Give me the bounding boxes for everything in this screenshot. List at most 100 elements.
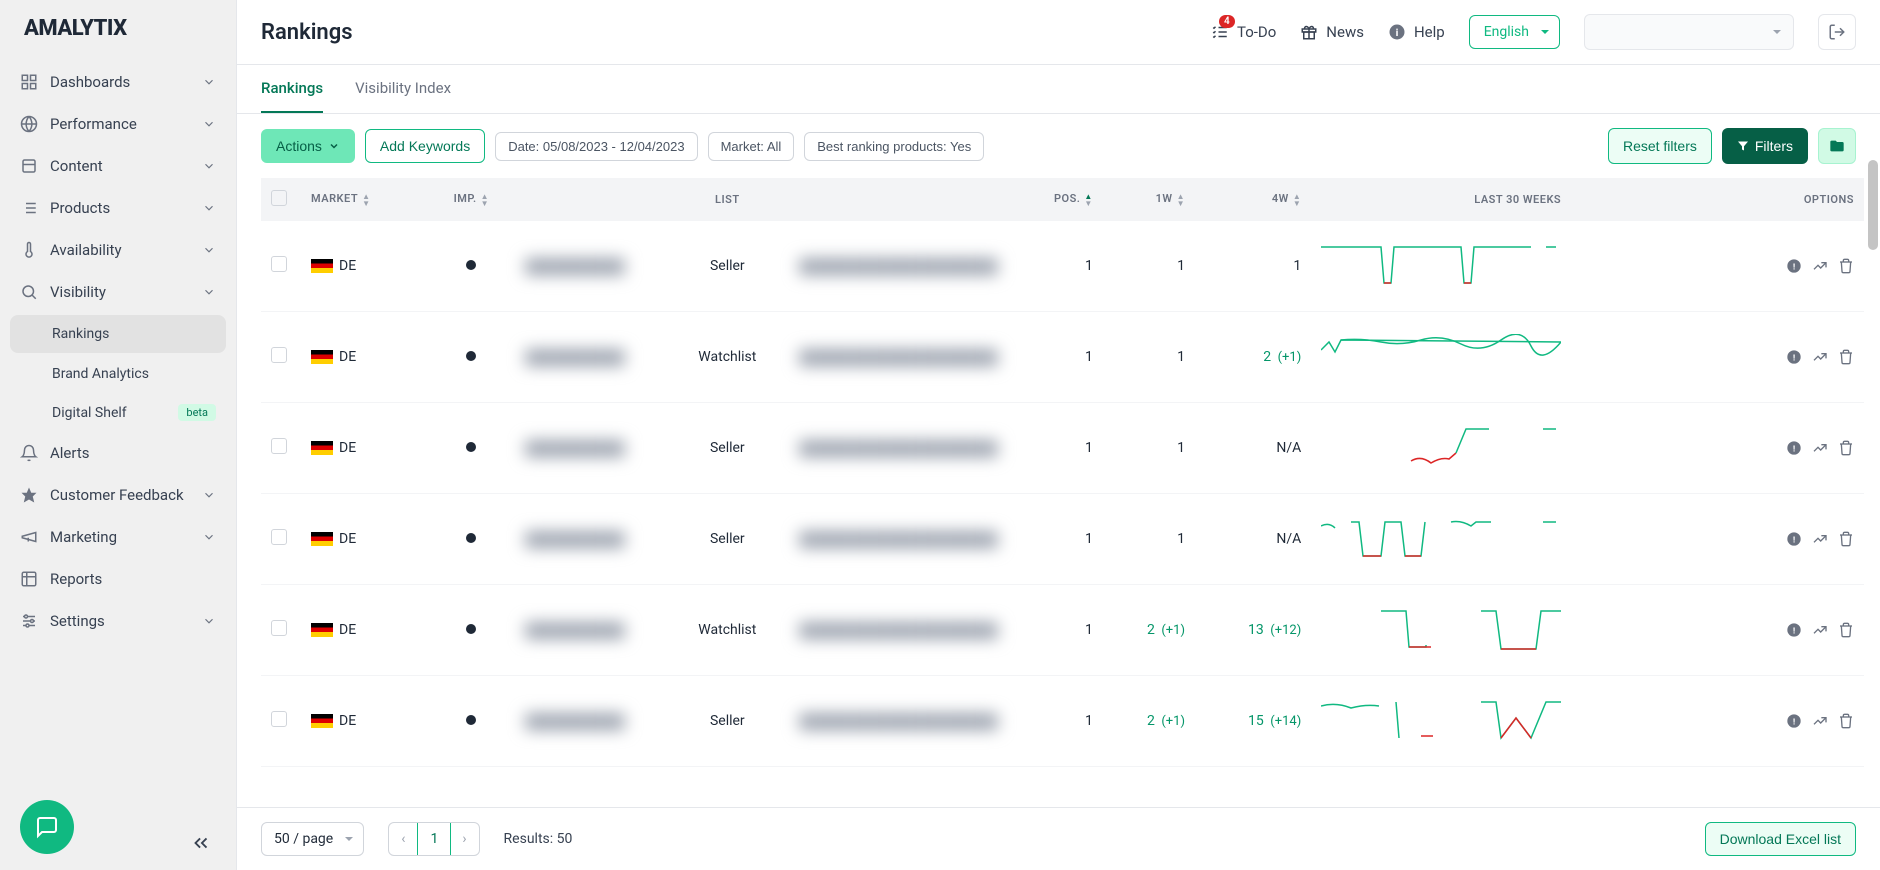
results-count: Results: 50	[504, 831, 573, 847]
pager-prev[interactable]: ‹	[389, 823, 418, 855]
sidebar-subitem-brand-analytics[interactable]: Brand Analytics	[0, 355, 236, 393]
sidebar-item-products[interactable]: Products	[0, 187, 236, 229]
sidebar-item-content[interactable]: Content	[0, 145, 236, 187]
alert-circle-icon: !	[1786, 349, 1802, 365]
delete-action[interactable]	[1838, 349, 1854, 365]
sidebar-item-visibility[interactable]: Visibility	[0, 271, 236, 313]
trash-icon	[1838, 349, 1854, 365]
th-last30: LAST 30 WEEKS	[1311, 178, 1724, 221]
info-action[interactable]: !	[1786, 531, 1802, 547]
sidebar-item-label: Products	[50, 199, 110, 217]
toolbar: Actions Add Keywords Date: 05/08/2023 - …	[237, 114, 1880, 178]
delete-action[interactable]	[1838, 440, 1854, 456]
chart-action[interactable]	[1812, 440, 1828, 456]
chart-action[interactable]	[1812, 622, 1828, 638]
chart-action[interactable]	[1812, 258, 1828, 274]
select-all-checkbox[interactable]	[271, 190, 287, 206]
download-excel-button[interactable]: Download Excel list	[1705, 822, 1856, 856]
sort-icon: ▲▼	[1293, 193, 1301, 207]
sidebar-item-label: Settings	[50, 612, 105, 630]
page-size-select[interactable]: 50 / page	[261, 822, 364, 856]
star-icon	[20, 486, 38, 504]
filters-button[interactable]: Filters	[1722, 128, 1808, 164]
user-select[interactable]	[1584, 14, 1794, 50]
scrollbar[interactable]	[1868, 160, 1878, 250]
sidebar-item-label: Customer Feedback	[50, 486, 184, 504]
chart-action[interactable]	[1812, 713, 1828, 729]
sidebar-item-dashboards[interactable]: Dashboards	[0, 61, 236, 103]
cell-blurred: ██████████	[515, 403, 665, 494]
th-imp[interactable]: IMP.▲▼	[427, 178, 515, 221]
cell-pos: 1	[1009, 221, 1103, 312]
chart-line-icon	[1812, 531, 1828, 547]
flag-de-icon	[311, 259, 333, 273]
pager-current[interactable]: 1	[417, 822, 451, 856]
chart-line-icon	[1812, 349, 1828, 365]
th-4w[interactable]: 4W▲▼	[1195, 178, 1311, 221]
logout-button[interactable]	[1818, 14, 1856, 50]
info-action[interactable]: !	[1786, 622, 1802, 638]
folder-button[interactable]	[1818, 128, 1856, 164]
th-market[interactable]: MARKET▲▼	[301, 178, 427, 221]
help-link[interactable]: i Help	[1388, 23, 1445, 41]
cell-list: Watchlist	[665, 312, 789, 403]
th-pos[interactable]: POS.▲▼	[1009, 178, 1103, 221]
cell-pos: 1	[1009, 312, 1103, 403]
cell-1w: 1	[1103, 312, 1195, 403]
sidebar-item-availability[interactable]: Availability	[0, 229, 236, 271]
row-checkbox[interactable]	[271, 711, 287, 727]
cell-list: Watchlist	[665, 585, 789, 676]
delete-action[interactable]	[1838, 258, 1854, 274]
chart-action[interactable]	[1812, 349, 1828, 365]
sort-icon: ▲▼	[1177, 193, 1185, 207]
row-checkbox[interactable]	[271, 347, 287, 363]
delete-action[interactable]	[1838, 531, 1854, 547]
dot-icon	[466, 260, 476, 270]
todo-link[interactable]: 4 To-Do	[1211, 23, 1276, 41]
cell-list: Seller	[665, 403, 789, 494]
row-checkbox[interactable]	[271, 620, 287, 636]
sidebar-subitem-digital-shelf[interactable]: Digital Shelf beta	[0, 393, 236, 432]
row-checkbox[interactable]	[271, 438, 287, 454]
info-action[interactable]: !	[1786, 349, 1802, 365]
add-keywords-button[interactable]: Add Keywords	[365, 129, 485, 163]
reset-filters-button[interactable]: Reset filters	[1608, 128, 1712, 164]
sidebar-subitem-rankings[interactable]: Rankings	[10, 315, 226, 353]
sidebar-item-customer-feedback[interactable]: Customer Feedback	[0, 474, 236, 516]
collapse-sidebar-button[interactable]	[190, 832, 212, 854]
th-1w[interactable]: 1W▲▼	[1103, 178, 1195, 221]
news-link[interactable]: News	[1300, 23, 1364, 41]
actions-button[interactable]: Actions	[261, 129, 355, 163]
row-checkbox[interactable]	[271, 256, 287, 272]
row-checkbox[interactable]	[271, 529, 287, 545]
cell-blurred: ██████████	[515, 585, 665, 676]
chart-action[interactable]	[1812, 531, 1828, 547]
sidebar-item-performance[interactable]: Performance	[0, 103, 236, 145]
sidebar-item-alerts[interactable]: Alerts	[0, 432, 236, 474]
info-action[interactable]: !	[1786, 440, 1802, 456]
help-chat-button[interactable]	[20, 800, 74, 854]
dot-icon	[466, 442, 476, 452]
market-filter-chip[interactable]: Market: All	[708, 132, 795, 161]
info-action[interactable]: !	[1786, 713, 1802, 729]
tab-visibility-index[interactable]: Visibility Index	[355, 65, 451, 113]
globe-icon	[20, 115, 38, 133]
pager-next[interactable]: ›	[450, 823, 478, 855]
delete-action[interactable]	[1838, 622, 1854, 638]
alert-circle-icon: !	[1786, 531, 1802, 547]
footer: 50 / page ‹ 1 › Results: 50 Download Exc…	[237, 807, 1880, 870]
best-ranking-filter-chip[interactable]: Best ranking products: Yes	[804, 132, 984, 161]
cell-1w: 1	[1103, 221, 1195, 312]
chevron-down-icon	[202, 530, 216, 544]
info-action[interactable]: !	[1786, 258, 1802, 274]
cell-imp	[427, 676, 515, 767]
sidebar-item-reports[interactable]: Reports	[0, 558, 236, 600]
tab-rankings[interactable]: Rankings	[261, 65, 323, 113]
delete-action[interactable]	[1838, 713, 1854, 729]
language-select[interactable]: English	[1469, 15, 1560, 49]
date-filter-chip[interactable]: Date: 05/08/2023 - 12/04/2023	[495, 132, 697, 161]
sidebar-item-settings[interactable]: Settings	[0, 600, 236, 642]
sidebar: AMALYTIX Dashboards Performance Content …	[0, 0, 237, 870]
sidebar-item-marketing[interactable]: Marketing	[0, 516, 236, 558]
cell-blurred: ████████████████████	[789, 494, 1009, 585]
